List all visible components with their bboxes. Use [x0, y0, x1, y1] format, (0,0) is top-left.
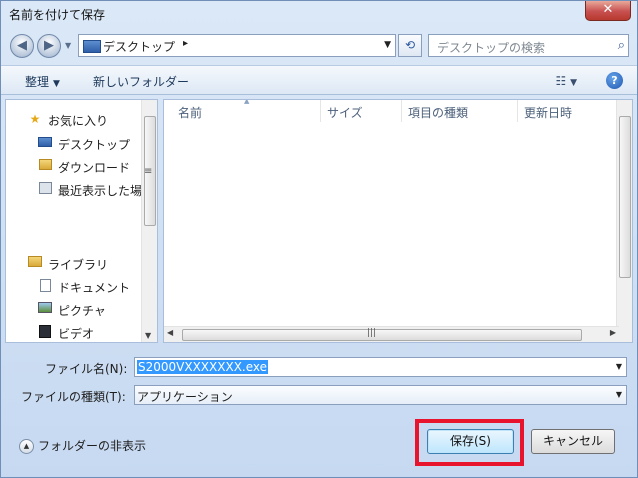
hide-folders-label: フォルダーの非表示 [38, 439, 147, 453]
title-bar[interactable]: 名前を付けて保存 ✕ [1, 1, 637, 27]
chevron-up-icon: ▲ [19, 439, 34, 454]
address-bar[interactable]: デスクトップ ▸ ▼ [78, 34, 396, 57]
back-button[interactable]: ◀ [10, 34, 34, 58]
sort-indicator-icon: ▲ [244, 99, 250, 105]
scroll-right-icon[interactable]: ▶ [610, 328, 616, 337]
filetype-value: アプリケーション [137, 390, 233, 404]
scrollbar-corner [617, 327, 632, 342]
picture-icon [38, 302, 52, 316]
search-input[interactable]: デスクトップの検索 ⌕ [428, 34, 629, 57]
refresh-button[interactable]: ⟲ [398, 34, 422, 57]
filetype-select[interactable]: アプリケーション ▼ [134, 385, 627, 405]
close-button[interactable]: ✕ [585, 1, 631, 21]
nav-item-label: ピクチャ [58, 304, 106, 318]
cancel-button[interactable]: キャンセル [531, 429, 615, 454]
scroll-left-icon[interactable]: ◀ [167, 328, 173, 337]
save-as-dialog: 名前を付けて保存 ✕ ◀ ▶ ▼ デスクトップ ▸ ▼ ⟲ デスクトップの検索 … [0, 0, 638, 478]
view-list-icon: ☷ [555, 74, 567, 88]
breadcrumb-chevron-icon[interactable]: ▸ [183, 38, 188, 49]
scrollbar-thumb[interactable] [182, 329, 582, 341]
chevron-down-icon[interactable]: ▼ [616, 362, 622, 371]
organize-menu[interactable]: 整理 ▼ [25, 73, 60, 90]
nav-item-label: ビデオ [58, 327, 95, 341]
help-icon: ? [611, 74, 618, 87]
column-header-size[interactable]: サイズ [321, 100, 401, 122]
help-button[interactable]: ? [606, 72, 623, 89]
scroll-grip-icon: ≡ [144, 166, 153, 177]
file-list-vertical-scrollbar[interactable] [616, 100, 632, 328]
desktop-folder-icon [83, 40, 101, 53]
address-path[interactable]: デスクトップ [103, 38, 175, 55]
filetype-label: ファイルの種類(T): [21, 390, 126, 404]
nav-libraries-label: ライブラリ [48, 258, 109, 272]
scroll-down-icon[interactable]: ▼ [145, 331, 151, 340]
organize-label: 整理 [25, 75, 50, 89]
nav-item-label: デスクトップ [58, 138, 131, 152]
nav-item-label: 最近表示した場 [58, 184, 143, 198]
dialog-title: 名前を付けて保存 [9, 8, 106, 22]
search-placeholder: デスクトップの検索 [437, 41, 546, 55]
address-row: ◀ ▶ ▼ デスクトップ ▸ ▼ ⟲ デスクトップの検索 ⌕ [1, 32, 637, 60]
scrollbar-thumb[interactable] [619, 116, 631, 278]
nav-item-label: ドキュメント [58, 281, 131, 295]
nav-favorites-label: お気に入り [48, 114, 109, 128]
column-header-modified[interactable]: 更新日時 [518, 100, 618, 122]
recent-pages-dropdown-icon[interactable]: ▼ [65, 41, 71, 50]
filename-field[interactable]: S2000VXXXXXXX.exe ▼ [134, 357, 627, 377]
filename-label: ファイル名(N): [45, 362, 128, 376]
command-bar: 整理 ▼ 新しいフォルダー ☷ ▼ ? [1, 65, 637, 95]
chevron-down-icon[interactable]: ▼ [616, 390, 622, 399]
nav-item-label: ダウンロード [58, 161, 131, 175]
star-icon: ★ [29, 112, 41, 126]
scroll-grip-icon: ||| [367, 328, 377, 338]
library-folder-icon [28, 256, 42, 270]
refresh-icon: ⟲ [404, 38, 416, 52]
file-list-pane[interactable]: 名前 ▲ サイズ 項目の種類 更新日時 ◀ ||| ▶ [163, 99, 633, 343]
column-header-type[interactable]: 項目の種類 [402, 100, 517, 122]
search-icon[interactable]: ⌕ [618, 38, 625, 53]
annotation-highlight-box [415, 419, 524, 466]
chevron-down-icon: ▼ [570, 78, 577, 88]
address-dropdown-icon[interactable]: ▼ [384, 40, 391, 50]
file-list-horizontal-scrollbar[interactable]: ◀ ||| ▶ [164, 326, 619, 342]
back-arrow-icon: ◀ [17, 38, 27, 53]
column-header-name[interactable]: 名前 ▲ [172, 100, 322, 122]
navigation-pane[interactable]: ★ お気に入り デスクトップ ダウンロード 最近表示した場 ライブラリ ドキュメ… [5, 99, 158, 343]
nav-pane-scrollbar[interactable]: ≡ ▼ [141, 100, 157, 342]
close-icon: ✕ [602, 2, 614, 17]
video-icon [38, 325, 52, 339]
hide-folders-toggle[interactable]: ▲ フォルダーの非表示 [19, 437, 146, 454]
forward-button[interactable]: ▶ [37, 34, 61, 58]
document-icon [38, 279, 52, 293]
new-folder-button[interactable]: 新しいフォルダー [93, 73, 189, 90]
view-options-button[interactable]: ☷ ▼ [555, 74, 577, 88]
filename-value[interactable]: S2000VXXXXXXX.exe [137, 360, 269, 374]
desktop-icon [38, 136, 52, 150]
recent-places-icon [38, 182, 52, 196]
download-folder-icon [38, 159, 52, 173]
chevron-down-icon: ▼ [53, 79, 60, 89]
forward-arrow-icon: ▶ [44, 38, 54, 53]
